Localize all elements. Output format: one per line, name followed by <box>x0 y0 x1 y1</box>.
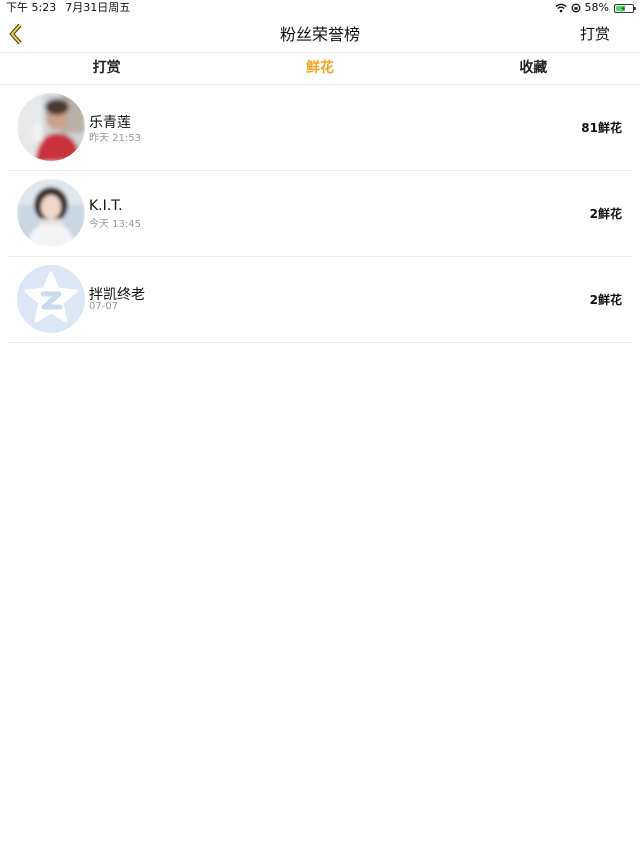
list-item[interactable]: 乐青莲 昨天 21:53 81鲜花 <box>8 85 632 171</box>
status-time: 下午 5:23 <box>6 1 57 14</box>
default-qq-avatar <box>17 265 85 333</box>
status-bar: 下午 5:23 7月31日周五 58% ⚡ <box>0 0 640 16</box>
battery-percent: 58% <box>584 1 609 14</box>
status-left: 下午 5:23 7月31日周五 <box>6 0 130 16</box>
page-title: 粉丝荣誉榜 <box>279 25 360 44</box>
tab-bar: 打赏 鲜花 收藏 <box>0 53 640 85</box>
avatar <box>17 93 85 161</box>
orientation-lock-icon <box>571 3 581 13</box>
tab-flowers[interactable]: 鲜花 <box>213 53 426 84</box>
user-time: 昨天 21:53 <box>89 133 141 144</box>
tab-reward[interactable]: 打赏 <box>0 53 213 84</box>
user-time: 今天 13:45 <box>89 219 141 230</box>
reward-button[interactable]: 打赏 <box>580 16 610 53</box>
nav-bar: 粉丝荣誉榜 打赏 <box>0 16 640 53</box>
avatar <box>17 179 85 247</box>
user-time: 07-07 <box>89 301 119 312</box>
flower-count: 2鲜花 <box>589 207 622 221</box>
status-date: 7月31日周五 <box>65 1 131 14</box>
tab-favorites[interactable]: 收藏 <box>427 53 640 84</box>
list-item[interactable]: K.I.T. 今天 13:45 2鲜花 <box>8 171 632 257</box>
battery-charging-icon: ⚡ <box>614 3 636 15</box>
status-right: 58% ⚡ <box>555 0 636 16</box>
list-item[interactable]: 拌凯终老 07-07 2鲜花 <box>8 257 632 343</box>
flower-count: 81鲜花 <box>581 121 622 135</box>
battery-tip <box>634 6 636 10</box>
wifi-icon <box>555 3 567 13</box>
flower-count: 2鲜花 <box>589 293 622 307</box>
user-name: K.I.T. <box>89 198 123 214</box>
fan-list: 乐青莲 昨天 21:53 81鲜花 K.I.T. 今天 13:45 2鲜花 拌凯… <box>0 85 640 343</box>
